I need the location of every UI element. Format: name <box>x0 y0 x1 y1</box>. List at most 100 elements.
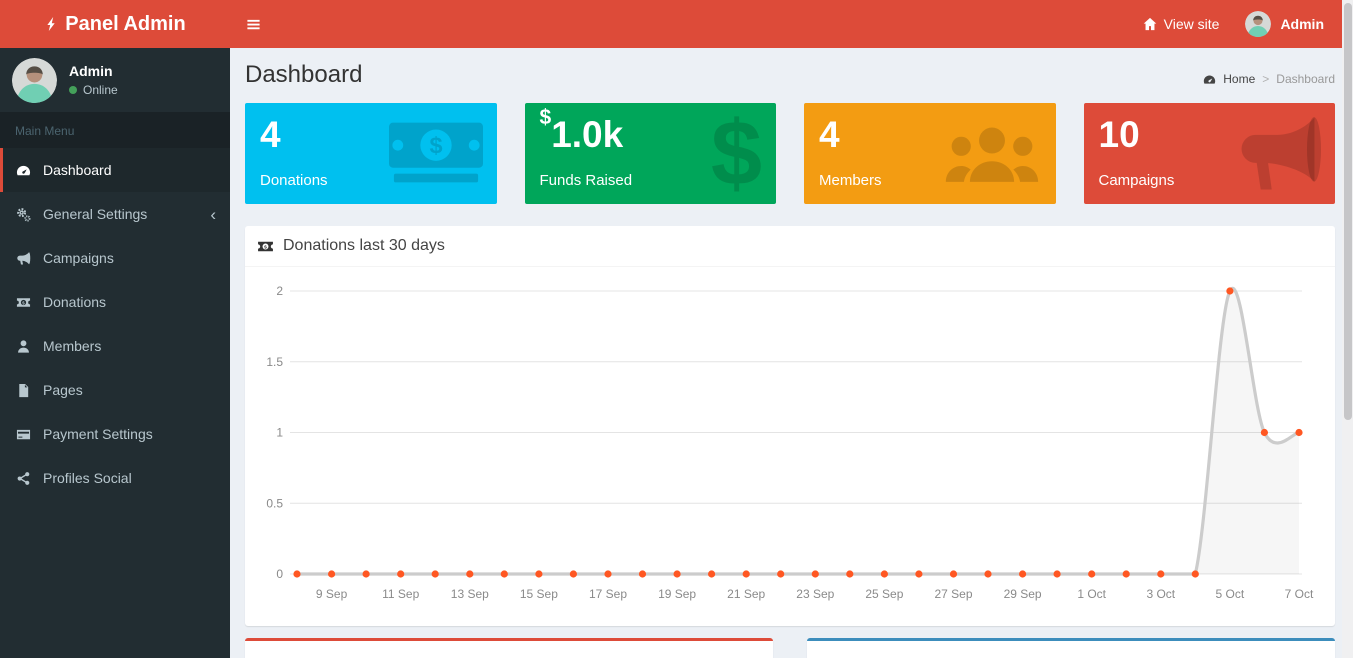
avatar <box>12 57 57 103</box>
svg-text:27 Sep: 27 Sep <box>934 587 972 601</box>
sidebar-item-pages[interactable]: Pages <box>0 368 230 412</box>
svg-text:1.5: 1.5 <box>266 355 283 369</box>
view-site-link[interactable]: View site <box>1143 16 1220 32</box>
svg-text:1 Oct: 1 Oct <box>1077 587 1106 601</box>
svg-text:17 Sep: 17 Sep <box>589 587 627 601</box>
sidebar-user-panel: Admin Online <box>0 48 230 112</box>
sidebar-item-members[interactable]: Members <box>0 324 230 368</box>
stat-number: $1.0k <box>539 106 624 155</box>
svg-text:11 Sep: 11 Sep <box>382 587 419 601</box>
sidebar-item-profiles-social[interactable]: Profiles Social <box>0 456 230 500</box>
sidebar-section-header: Main Menu <box>0 112 230 148</box>
donations-line-chart: 00.511.529 Sep 11 Sep 13 Sep 15 Sep 17 Sep 19… <box>266 284 1314 601</box>
svg-text:0.5: 0.5 <box>266 496 283 510</box>
svg-text:13 Sep: 13 Sep <box>451 587 489 601</box>
brand-title: Panel Admin <box>65 12 186 35</box>
stat-box-campaigns: 10 Campaigns <box>1083 103 1335 204</box>
credit-card-icon <box>15 427 32 442</box>
chart-box-header: $ Donations last 30 days <box>245 226 1335 267</box>
bars-icon <box>246 17 261 32</box>
home-icon <box>1143 17 1157 31</box>
bottom-box-1 <box>245 638 773 658</box>
stat-number: 4 <box>819 114 840 155</box>
sidebar-item-label: Campaigns <box>43 250 114 266</box>
bottom-box-2 <box>807 638 1335 658</box>
stat-label: Donations <box>260 171 328 189</box>
chart-area: 0 0.5 1 1.5 2 9 Sep 11 Sep 13 Sep 15 Sep 17 Sep 19… <box>245 267 1335 626</box>
stat-number-prefix: $ <box>539 106 552 130</box>
top-navbar: Panel Admin View site Admin <box>0 0 1342 48</box>
brand-logo[interactable]: Panel Admin <box>0 0 230 48</box>
stat-box-funds-raised: $1.0k Funds Raised $ <box>524 103 776 204</box>
sidebar-item-payment-settings[interactable]: Payment Settings <box>0 412 230 456</box>
bolt-icon <box>44 15 59 33</box>
svg-text:21 Sep: 21 Sep <box>727 587 765 601</box>
breadcrumb-current: Dashboard <box>1276 72 1335 86</box>
user-icon <box>15 339 32 354</box>
online-status-dot <box>69 86 77 94</box>
tachometer-icon <box>1203 73 1216 86</box>
sidebar-user-status: Online <box>69 83 118 97</box>
sidebar-item-label: Pages <box>43 382 83 398</box>
bottom-boxes-row <box>245 638 1335 658</box>
money-icon: $ <box>257 238 274 255</box>
stat-box-donations: 4 Donations $ <box>245 103 497 204</box>
chart-title: Donations last 30 days <box>283 237 445 254</box>
svg-text:$: $ <box>264 244 267 250</box>
file-icon <box>15 383 32 398</box>
svg-text:29 Sep: 29 Sep <box>1004 587 1042 601</box>
sidebar-item-dashboard[interactable]: Dashboard <box>0 148 230 192</box>
scrollbar-thumb[interactable] <box>1343 3 1352 420</box>
user-menu-label: Admin <box>1280 16 1324 32</box>
stat-number: 10 <box>1098 114 1140 155</box>
sidebar-item-label: General Settings <box>43 206 148 222</box>
svg-text:0: 0 <box>276 567 283 581</box>
svg-text:$: $ <box>22 300 25 305</box>
money-icon: $ <box>15 295 32 310</box>
sidebar-item-general-settings[interactable]: General Settings ‹ <box>0 192 230 236</box>
gears-icon <box>15 207 32 222</box>
sidebar-toggle-button[interactable] <box>230 0 276 48</box>
tachometer-icon <box>15 163 32 178</box>
sidebar-item-donations[interactable]: $ Donations <box>0 280 230 324</box>
content-header: Dashboard Home > Dashboard <box>245 48 1335 103</box>
svg-text:5 Oct: 5 Oct <box>1216 587 1245 601</box>
breadcrumb-separator: > <box>1262 72 1270 86</box>
sidebar-item-label: Members <box>43 338 102 354</box>
sidebar-item-campaigns[interactable]: Campaigns <box>0 236 230 280</box>
view-site-label: View site <box>1163 16 1220 32</box>
svg-text:1: 1 <box>276 426 283 440</box>
stat-label: Members <box>819 171 882 189</box>
share-icon <box>15 471 32 486</box>
breadcrumb: Home > Dashboard <box>1203 72 1335 86</box>
bullhorn-icon <box>15 251 32 266</box>
sidebar: Admin Online Main Menu Dashboard General … <box>0 48 230 658</box>
main-content: Dashboard Home > Dashboard 4 Donations $ $1… <box>230 48 1342 658</box>
breadcrumb-home-link[interactable]: Home <box>1223 72 1255 86</box>
sidebar-item-label: Profiles Social <box>43 470 132 486</box>
stat-label: Campaigns <box>1098 171 1175 189</box>
sidebar-item-label: Donations <box>43 294 107 310</box>
stat-boxes-row: 4 Donations $ $1.0k Funds Raised $ 4 Members 10 C… <box>245 103 1335 204</box>
online-status-label: Online <box>83 83 118 97</box>
stat-number: 4 <box>260 114 281 155</box>
chevron-left-icon: ‹ <box>210 204 216 224</box>
svg-text:9 Sep: 9 Sep <box>316 587 348 601</box>
svg-text:25 Sep: 25 Sep <box>865 587 903 601</box>
vertical-scrollbar[interactable] <box>1342 0 1353 658</box>
sidebar-menu: Dashboard General Settings ‹ Campaigns $ Dona… <box>0 148 230 500</box>
sidebar-item-label: Payment Settings <box>43 426 153 442</box>
svg-text:19 Sep: 19 Sep <box>658 587 696 601</box>
user-menu[interactable]: Admin <box>1245 11 1324 37</box>
avatar <box>1245 11 1272 37</box>
svg-text:7 Oct: 7 Oct <box>1285 587 1314 601</box>
donations-chart-box: $ Donations last 30 days 0 0.5 1 1.5 2 9 Sep 1… <box>245 226 1335 626</box>
stat-label: Funds Raised <box>539 171 633 189</box>
sidebar-item-label: Dashboard <box>43 162 112 178</box>
sidebar-user-name: Admin <box>69 63 113 79</box>
svg-text:2: 2 <box>276 284 283 298</box>
page-title: Dashboard <box>245 61 363 88</box>
svg-text:3 Oct: 3 Oct <box>1146 587 1175 601</box>
svg-text:23 Sep: 23 Sep <box>796 587 834 601</box>
stat-box-members: 4 Members <box>804 103 1056 204</box>
